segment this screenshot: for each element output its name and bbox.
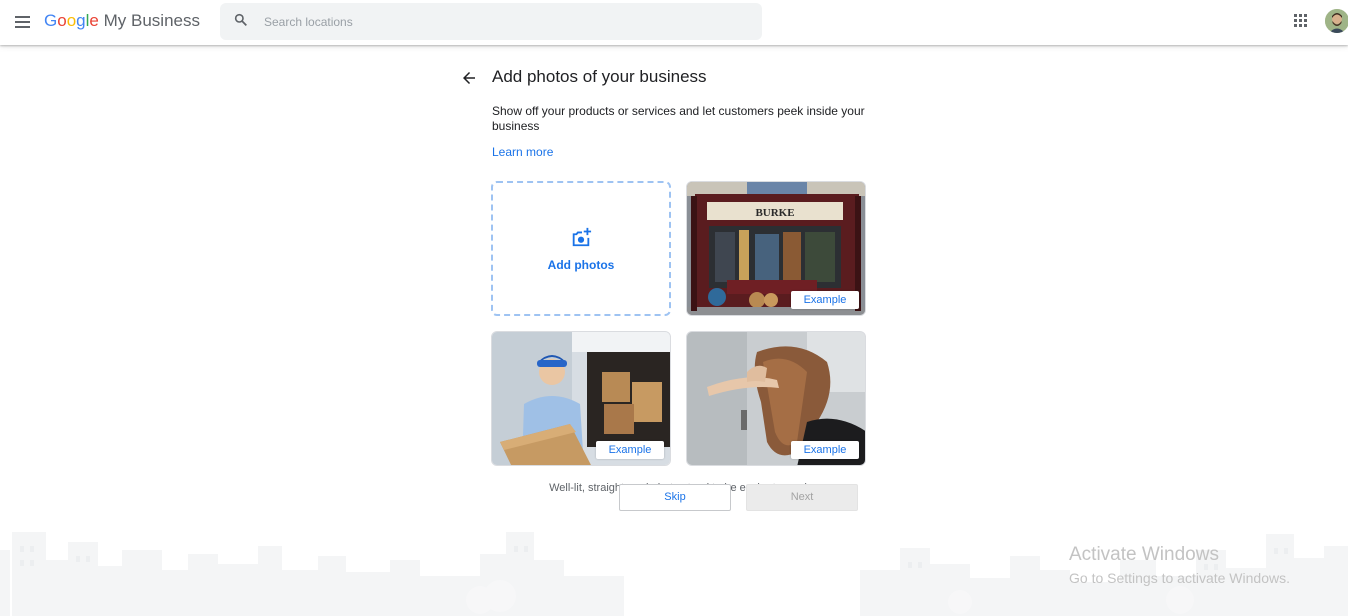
example-badge: Example [791,441,859,459]
search-input[interactable] [264,3,744,40]
learn-more-link[interactable]: Learn more [492,145,553,159]
back-arrow-icon[interactable] [460,69,478,87]
brand-suffix: My Business [103,11,200,30]
example-badge: Example [596,441,664,459]
search-bar[interactable] [220,3,762,40]
add-photos-button[interactable]: Add photos [491,181,671,316]
search-icon[interactable] [233,12,249,33]
top-app-bar: Google My Business [0,0,1348,45]
example-badge: Example [791,291,859,309]
example-photo-salon: Example [686,331,866,466]
watermark-title: Activate Windows [1069,544,1219,565]
hamburger-menu-icon[interactable] [12,11,34,33]
example-photo-storefront: BURKE Example [686,181,866,316]
add-photo-camera-icon [570,226,592,253]
add-photos-label: Add photos [547,258,615,272]
next-button: Next [746,484,858,511]
example-photo-delivery: Example [491,331,671,466]
google-my-business-logo[interactable]: Google My Business [44,11,200,33]
activate-windows-watermark: Activate Windows Go to Settings to activ… [1069,544,1290,586]
skip-button[interactable]: Skip [619,484,731,511]
main-content: Add photos of your business Show off you… [0,45,1348,616]
page-description: Show off your products or services and l… [492,104,865,133]
avatar[interactable] [1325,9,1348,33]
apps-grid-icon[interactable] [1293,13,1309,29]
watermark-subtitle: Go to Settings to activate Windows. [1069,570,1290,586]
page-title: Add photos of your business [492,67,707,86]
svg-text:BURKE: BURKE [755,207,794,219]
